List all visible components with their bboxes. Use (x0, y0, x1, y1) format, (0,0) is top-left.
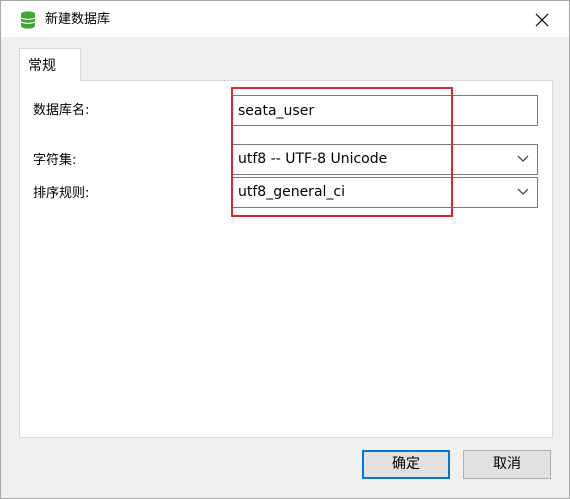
close-icon (535, 13, 549, 27)
tab-general[interactable]: 常规 (19, 48, 81, 81)
collation-label: 排序规则: (33, 186, 90, 201)
chevron-down-icon (517, 188, 529, 195)
collation-value: utf8_general_ci (238, 184, 345, 200)
chevron-down-icon (517, 155, 529, 162)
general-panel (19, 80, 553, 438)
charset-label: 字符集: (33, 153, 77, 168)
charset-value: utf8 -- UTF-8 Unicode (238, 151, 388, 167)
collation-select[interactable]: utf8_general_ci (231, 177, 538, 208)
ok-button[interactable]: 确定 (362, 450, 450, 479)
window-title: 新建数据库 (45, 12, 111, 27)
title-bar: 新建数据库 (1, 1, 569, 37)
dialog-window: 新建数据库 常规 数据库名: 字符集: utf8 -- UTF-8 Unicod… (0, 0, 570, 499)
close-button[interactable] (522, 6, 562, 34)
database-icon (20, 11, 36, 29)
cancel-button[interactable]: 取消 (463, 450, 551, 479)
db-name-input[interactable] (231, 95, 538, 126)
charset-select[interactable]: utf8 -- UTF-8 Unicode (231, 144, 538, 175)
db-name-label: 数据库名: (33, 103, 90, 118)
